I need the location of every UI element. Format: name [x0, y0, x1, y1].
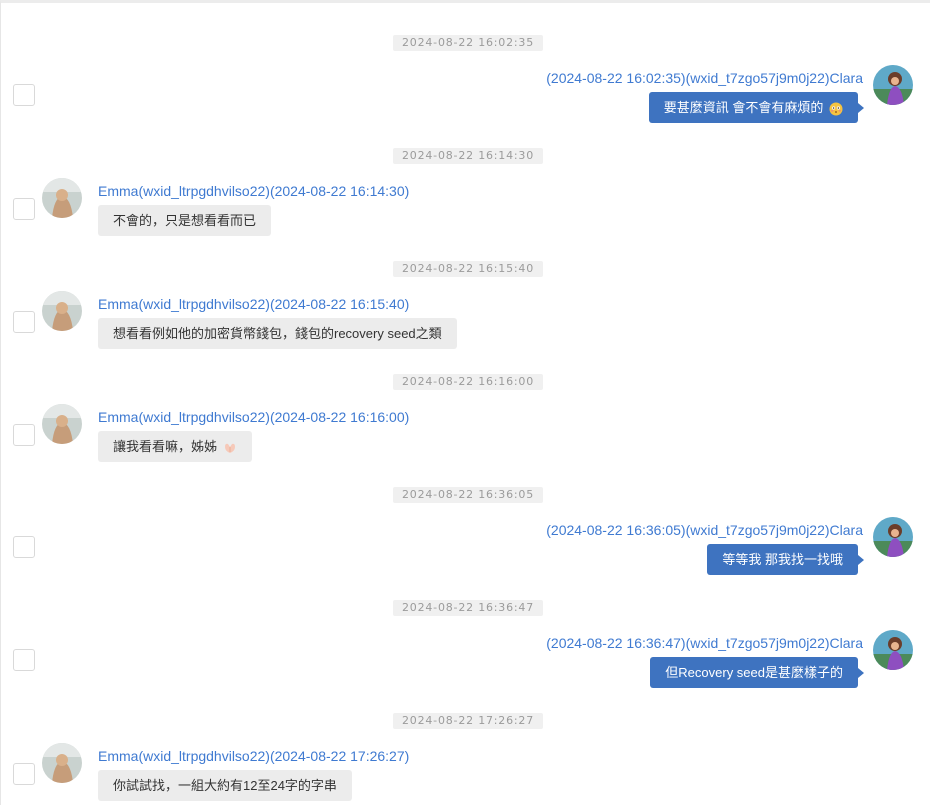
timestamp-separator: 2024-08-22 16:02:35: [393, 35, 543, 51]
message-text: 不會的，只是想看看而已: [113, 213, 257, 228]
sender-line: Emma(wxid_ltrpgdhvilso22)(2024-08-22 16:…: [98, 183, 410, 199]
message-bubble: 想看看例如他的加密貨幣錢包，錢包的recovery seed之類: [98, 318, 457, 349]
select-checkbox[interactable]: [13, 424, 35, 446]
avatar-emma: [42, 404, 82, 444]
message-text: 想看看例如他的加密貨幣錢包，錢包的recovery seed之類: [113, 326, 442, 341]
message-text: 但Recovery seed是甚麼樣子的: [665, 665, 843, 680]
timestamp-separator: 2024-08-22 16:36:47: [393, 600, 543, 616]
message-bubble: 讓我看看嘛，姊姊: [98, 431, 252, 462]
sender-line: (2024-08-22 16:36:05)(wxid_t7zgo57j9m0j2…: [546, 522, 863, 538]
avatar-clara: [873, 630, 913, 670]
avatar-emma: [42, 743, 82, 783]
timestamp-separator: 2024-08-22 16:16:00: [393, 374, 543, 390]
chat-history: 2024-08-22 16:02:35 (2024-08-22 16:02:35…: [0, 0, 930, 805]
flushed-face-icon: [829, 102, 843, 116]
message-row: 2024-08-22 17:26:27 Emma(wxid_ltrpgdhvil…: [1, 713, 930, 805]
message-bubble: 要甚麼資訊 會不會有麻煩的: [648, 92, 865, 123]
message-row: 2024-08-22 16:16:00 Emma(wxid_ltrpgdhvil…: [1, 374, 930, 487]
message-bubble: 你試試找，一組大約有12至24字的字串: [98, 770, 352, 801]
message-text: 讓我看看嘛，姊姊: [113, 439, 218, 454]
select-checkbox[interactable]: [13, 536, 35, 558]
sender-line: Emma(wxid_ltrpgdhvilso22)(2024-08-22 16:…: [98, 409, 410, 425]
message-text: 要甚麼資訊 會不會有麻煩的: [663, 100, 824, 115]
message-row: 2024-08-22 16:15:40 Emma(wxid_ltrpgdhvil…: [1, 261, 930, 374]
select-checkbox[interactable]: [13, 84, 35, 106]
message-bubble: 不會的，只是想看看而已: [98, 205, 272, 236]
select-checkbox[interactable]: [13, 311, 35, 333]
sender-line: Emma(wxid_ltrpgdhvilso22)(2024-08-22 16:…: [98, 296, 410, 312]
message-bubble: 但Recovery seed是甚麼樣子的: [650, 657, 864, 688]
select-checkbox[interactable]: [13, 763, 35, 785]
sender-line: (2024-08-22 16:36:47)(wxid_t7zgo57j9m0j2…: [546, 635, 863, 651]
message-row: 2024-08-22 16:14:30 Emma(wxid_ltrpgdhvil…: [1, 148, 930, 261]
avatar-emma: [42, 178, 82, 218]
select-checkbox[interactable]: [13, 198, 35, 220]
message-bubble: 等等我 那我找一找哦: [707, 544, 864, 575]
avatar-emma: [42, 291, 82, 331]
message-row: 2024-08-22 16:36:47 (2024-08-22 16:36:47…: [1, 600, 930, 713]
avatar-clara: [873, 517, 913, 557]
message-text: 你試試找，一組大約有12至24字的字串: [113, 778, 337, 793]
timestamp-separator: 2024-08-22 17:26:27: [393, 713, 543, 729]
timestamp-separator: 2024-08-22 16:36:05: [393, 487, 543, 503]
avatar-clara: [873, 65, 913, 105]
message-row: 2024-08-22 16:36:05 (2024-08-22 16:36:05…: [1, 487, 930, 600]
message-row: 2024-08-22 16:02:35 (2024-08-22 16:02:35…: [1, 35, 930, 148]
message-text: 等等我 那我找一找哦: [722, 552, 843, 567]
select-checkbox[interactable]: [13, 649, 35, 671]
timestamp-separator: 2024-08-22 16:14:30: [393, 148, 543, 164]
sender-line: (2024-08-22 16:02:35)(wxid_t7zgo57j9m0j2…: [546, 70, 863, 86]
sender-line: Emma(wxid_ltrpgdhvilso22)(2024-08-22 17:…: [98, 748, 410, 764]
pleading-hands-icon: [223, 441, 237, 455]
timestamp-separator: 2024-08-22 16:15:40: [393, 261, 543, 277]
